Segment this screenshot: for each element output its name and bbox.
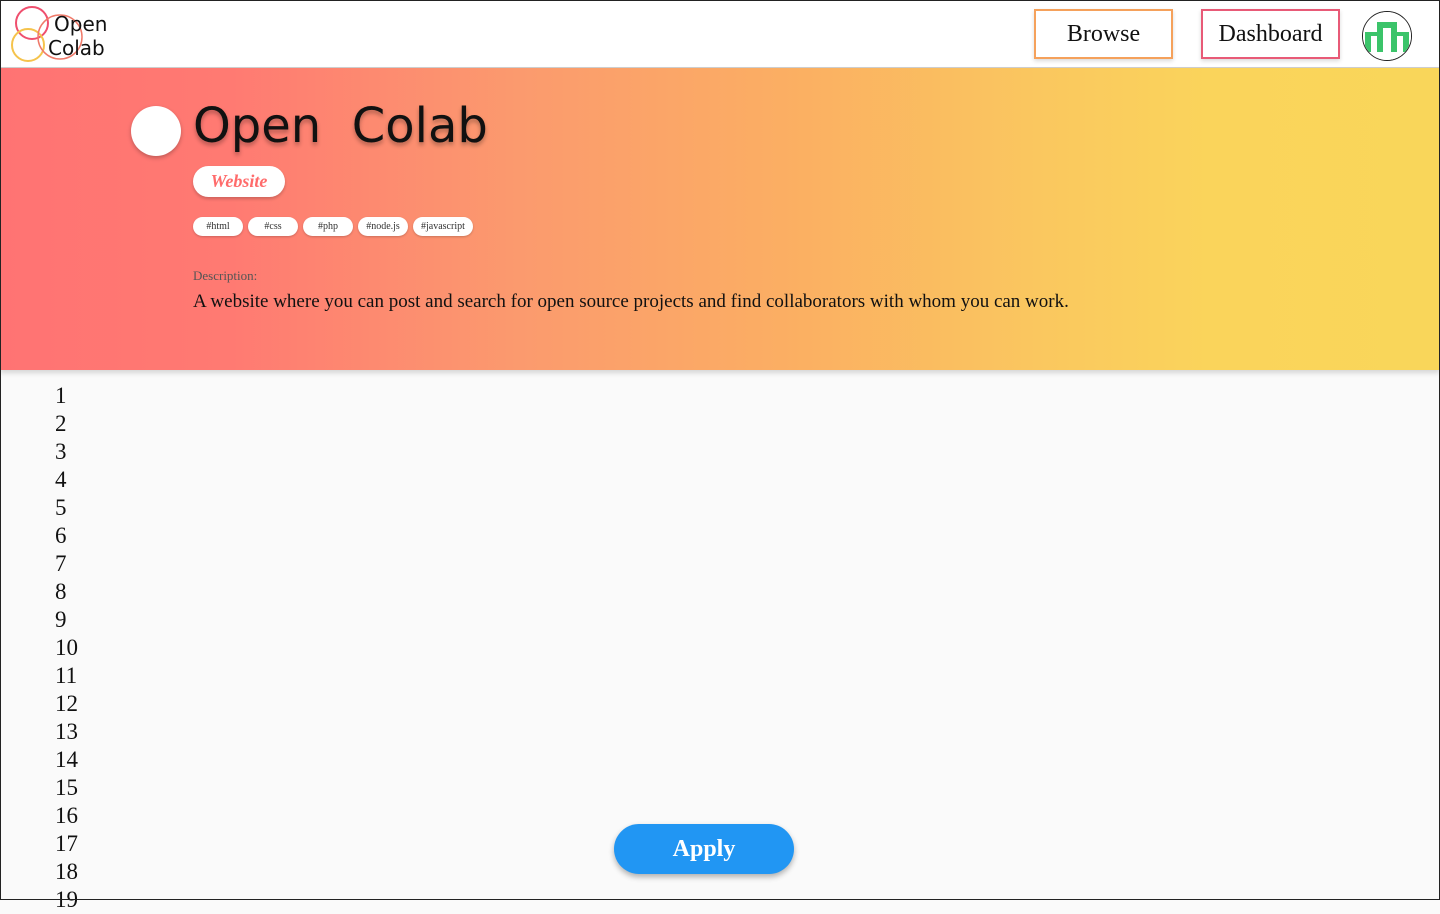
list-item: 6 [55,523,67,548]
tag-javascript[interactable]: #javascript [413,217,473,236]
apply-button[interactable]: Apply [614,824,794,874]
project-avatar [131,106,181,156]
list-item: 1 [55,383,67,408]
list-item: 17 [55,831,78,856]
project-title: Open Colab [193,98,488,154]
user-avatar[interactable] [1362,11,1412,61]
list-item: 10 [55,635,78,660]
top-nav: Open Colab Browse Dashboard [0,0,1440,68]
tag-nodejs[interactable]: #node.js [358,217,408,236]
tag-css[interactable]: #css [248,217,298,236]
list-item: 18 [55,859,78,884]
logo-text-line2: Colab [48,36,105,60]
logo-text-line1: Open [54,12,108,36]
tag-php[interactable]: #php [303,217,353,236]
description-label: Description: [193,268,258,283]
list-item: 13 [55,719,78,744]
list-item: 8 [55,579,67,604]
project-type-badge: Website [193,166,285,197]
list-item: 19 [55,887,78,912]
browse-button[interactable]: Browse [1034,9,1173,59]
list-item: 12 [55,691,78,716]
list-item: 2 [55,411,67,436]
open-colab-logo[interactable]: Open Colab [10,5,120,65]
list-item: 9 [55,607,67,632]
project-tags: #html #css #php #node.js #javascript [193,217,473,236]
list-item: 16 [55,803,78,828]
list-item: 14 [55,747,78,772]
list-item: 7 [55,551,67,576]
list-item: 4 [55,467,67,492]
tag-html[interactable]: #html [193,217,243,236]
list-item: 15 [55,775,78,800]
dashboard-button[interactable]: Dashboard [1201,9,1340,59]
number-list: 1 2 3 4 5 6 7 8 9 10 11 12 13 14 15 16 1… [55,382,78,914]
list-item: 5 [55,495,67,520]
user-avatar-icon [1363,12,1411,60]
list-item: 11 [55,663,78,688]
list-item: 3 [55,439,67,464]
description-text: A website where you can post and search … [193,291,1069,312]
